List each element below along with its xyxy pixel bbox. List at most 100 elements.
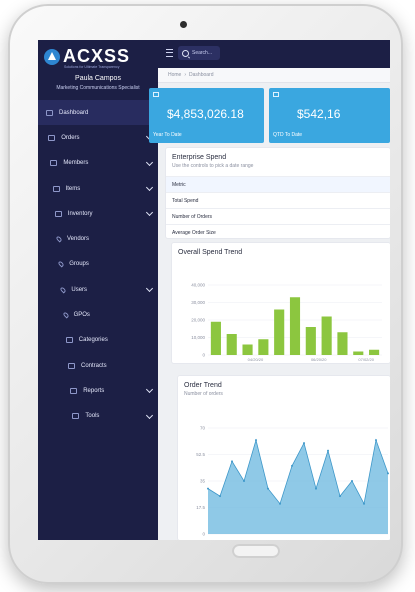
- y-tick-label: 30,000: [191, 300, 205, 305]
- tile-qtd-value: $542,16: [297, 107, 341, 121]
- data-point: [327, 449, 329, 452]
- metric-row[interactable]: Total Spend: [166, 192, 390, 208]
- sidebar-item-members[interactable]: Members: [38, 151, 158, 176]
- document-icon: [50, 160, 58, 167]
- user-name: Paula Campos: [75, 75, 121, 82]
- top-bar: Search...: [158, 40, 390, 68]
- sidebar-item-label: Items: [65, 185, 81, 192]
- sidebar-item-groups[interactable]: Groups: [38, 252, 158, 277]
- bar: [274, 309, 285, 355]
- y-tick-label: 70: [200, 426, 206, 431]
- data-point: [303, 442, 305, 445]
- y-tick-label: 0: [202, 353, 205, 358]
- brand-name: ACXSS: [63, 46, 131, 66]
- sidebar-nav: Dashboard Orders Members Items Inventory Vend…: [38, 100, 158, 429]
- y-tick-label: 10,000: [191, 335, 205, 340]
- sidebar-item-reports[interactable]: Reports: [38, 378, 158, 403]
- data-point: [387, 472, 389, 475]
- sidebar-item-label: Members: [63, 160, 89, 167]
- brand-tagline: Solutions for Ultimate Transparency: [64, 65, 120, 69]
- metric-row[interactable]: Number of Orders: [166, 208, 390, 224]
- tile-qtd[interactable]: $542,16 QTD To Date: [269, 88, 390, 143]
- metric-row[interactable]: Average Order Size: [166, 224, 390, 238]
- document-icon: [68, 362, 75, 369]
- search-placeholder: Search...: [192, 50, 213, 56]
- bar: [369, 349, 380, 355]
- data-point: [267, 487, 269, 490]
- y-tick-label: 17.5: [196, 505, 205, 510]
- pin-icon: [59, 286, 67, 294]
- sidebar-item-vendors[interactable]: Vendors: [38, 226, 158, 251]
- sidebar: ACXSS Solutions for Ultimate Transparenc…: [38, 40, 158, 540]
- sidebar-item-gpos[interactable]: GPOs: [38, 302, 158, 327]
- data-point: [243, 480, 245, 482]
- sidebar-item-label: Contracts: [81, 362, 107, 369]
- sidebar-item-items[interactable]: Items: [38, 176, 158, 201]
- camera-icon: [180, 21, 187, 28]
- x-tick-label: 04/20/20: [248, 357, 264, 362]
- x-tick-label: 07/02/20: [358, 357, 374, 362]
- order-trend-chart: 70 52.5 35 17.5 0: [196, 426, 389, 537]
- sidebar-item-dashboard[interactable]: Dashboard: [38, 100, 158, 126]
- chevron-down-icon: [145, 285, 154, 293]
- document-icon: [48, 134, 56, 141]
- bar: [258, 339, 269, 355]
- user-role: Marketing Communications Specialist: [56, 85, 140, 91]
- tile-ytd-label: Year To Date: [153, 132, 182, 138]
- document-icon: [70, 387, 78, 394]
- document-icon: [65, 337, 73, 344]
- spend-trend-chart: 40,000 30,000 20,000 10,000 0 04/20/20 06/20/2…: [191, 283, 382, 362]
- data-point: [339, 495, 341, 498]
- pin-icon: [57, 260, 65, 268]
- sidebar-item-label: Categories: [78, 337, 108, 344]
- enterprise-spend-subtitle: Use the controls to pick a date range: [172, 163, 254, 169]
- breadcrumb-current: Dashboard: [189, 72, 214, 78]
- data-point: [315, 487, 317, 490]
- breadcrumb-separator: ›: [184, 72, 187, 78]
- sidebar-item-orders[interactable]: Orders: [38, 125, 158, 150]
- bar: [321, 316, 332, 355]
- home-button[interactable]: [232, 544, 280, 558]
- sidebar-item-inventory[interactable]: Inventory: [38, 201, 158, 226]
- search-input[interactable]: Search...: [178, 46, 220, 60]
- sidebar-item-users[interactable]: Users: [38, 277, 158, 302]
- sidebar-item-tools[interactable]: Tools: [38, 404, 158, 429]
- monitor-icon: [46, 109, 53, 116]
- app-screen: ACXSS Solutions for Ultimate Transparenc…: [38, 40, 390, 540]
- chevron-down-icon: [145, 209, 154, 217]
- spend-trend-card: Overall Spend Trend 40,000 30,000 20,000 10…: [172, 243, 390, 363]
- tablet-frame: ACXSS Solutions for Ultimate Transparenc…: [8, 4, 403, 584]
- sidebar-item-label: Reports: [83, 387, 105, 394]
- data-point: [231, 460, 233, 463]
- bar: [226, 334, 237, 355]
- brand-logo[interactable]: ACXSS: [44, 46, 130, 67]
- logo-icon: [44, 48, 60, 65]
- bar: [210, 321, 221, 355]
- enterprise-spend-card: Enterprise Spend Use the controls to pic…: [166, 148, 390, 238]
- bar: [289, 297, 301, 355]
- sidebar-item-label: Orders: [61, 134, 80, 141]
- bar: [242, 344, 253, 355]
- sidebar-item-label: Groups: [69, 261, 89, 268]
- tile-ytd-value: $4,853,026.18: [167, 107, 244, 121]
- chevron-down-icon: [145, 411, 154, 419]
- tile-ytd[interactable]: $4,853,026.18 Year To Date: [149, 88, 264, 143]
- enterprise-spend-title: Enterprise Spend: [172, 154, 227, 161]
- data-point: [375, 439, 377, 442]
- sidebar-item-contracts[interactable]: Contracts: [38, 353, 158, 378]
- data-point: [351, 480, 353, 482]
- x-tick-label: 06/20/20: [311, 357, 327, 362]
- sidebar-item-label: Dashboard: [59, 109, 89, 116]
- menu-toggle-icon[interactable]: [166, 49, 173, 57]
- sidebar-item-label: GPOs: [73, 312, 90, 319]
- sidebar-item-label: Tools: [85, 413, 100, 420]
- cube-icon: [52, 185, 60, 192]
- data-point: [363, 502, 365, 505]
- sidebar-item-label: Vendors: [67, 236, 90, 243]
- breadcrumb-home[interactable]: Home: [168, 72, 181, 78]
- sidebar-item-categories[interactable]: Categories: [38, 328, 158, 353]
- sidebar-item-label: Users: [71, 286, 88, 293]
- chevron-down-icon: [145, 183, 154, 191]
- metric-row: Metric: [166, 176, 390, 192]
- image-icon: [273, 92, 279, 97]
